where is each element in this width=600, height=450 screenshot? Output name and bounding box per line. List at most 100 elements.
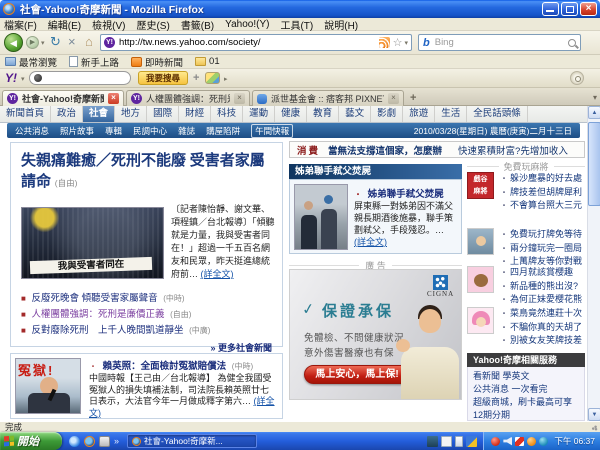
- app-icon[interactable]: [99, 435, 110, 447]
- subnav-housing[interactable]: 購屋陷阱: [206, 125, 240, 137]
- search-placeholder[interactable]: Bing: [435, 37, 568, 48]
- list-all-tabs-icon[interactable]: ▾: [593, 93, 597, 102]
- nav-tab-world[interactable]: 國際: [147, 106, 180, 122]
- nav-tab-health[interactable]: 健康: [275, 106, 308, 122]
- bookmark-most-visited[interactable]: 最常瀏覽: [5, 55, 57, 69]
- service-link[interactable]: 公共消息 一次看完: [473, 383, 579, 396]
- subnav-public-news[interactable]: 公共消息: [15, 125, 49, 137]
- subnav-magazine[interactable]: 雜誌: [178, 125, 195, 137]
- promo-link[interactable]: 四月就該賞櫻趣: [510, 267, 573, 277]
- promo-link[interactable]: 為何正妹愛櫻花熊: [510, 294, 582, 304]
- menu-file[interactable]: 檔案(F): [4, 17, 37, 32]
- top-story-photo[interactable]: 我與受害者同在: [21, 207, 164, 279]
- nav-tab-entertainment[interactable]: 影劇: [371, 106, 404, 122]
- rss-icon[interactable]: [378, 37, 390, 48]
- promo-link[interactable]: 牌技差但胡牌犀利: [510, 187, 582, 197]
- resize-grip[interactable]: [590, 425, 598, 431]
- tray-icon-blue[interactable]: [539, 436, 549, 446]
- nav-tab-tech[interactable]: 科技: [211, 106, 244, 122]
- toolbar-icon[interactable]: [466, 435, 478, 447]
- menu-bookmarks[interactable]: 書籤(B): [181, 17, 214, 32]
- yahoo-apps-icon[interactable]: [205, 72, 220, 84]
- nav-tab-local[interactable]: 地方: [115, 106, 148, 122]
- menu-view[interactable]: 檢視(V): [92, 17, 125, 32]
- home-button[interactable]: ⌂: [85, 35, 93, 49]
- menu-history[interactable]: 歷史(S): [136, 17, 169, 32]
- nav-tab-society[interactable]: 社會: [83, 106, 116, 122]
- ticker-link-2[interactable]: 快速累積財富?先增加收入: [458, 143, 568, 157]
- promo-link[interactable]: 菜鳥竟然連莊十次: [510, 308, 582, 318]
- start-button[interactable]: 開始: [0, 432, 62, 450]
- read-more-link[interactable]: (詳全文): [201, 269, 234, 279]
- nav-tab-life[interactable]: 生活: [435, 106, 468, 122]
- promo-link[interactable]: 不騙你真的天胡了: [510, 322, 582, 332]
- location-bar[interactable]: Y! http://tw.news.yahoo.com/society/ ☆ ▾: [100, 34, 412, 51]
- promo-link[interactable]: 上萬牌友等你對戰: [510, 256, 582, 266]
- reload-button[interactable]: ↻: [50, 35, 61, 49]
- nav-tab-arts[interactable]: 藝文: [339, 106, 372, 122]
- input-method-icon[interactable]: [427, 435, 439, 447]
- nav-tab-education[interactable]: 教育: [307, 106, 340, 122]
- tab-human-rights[interactable]: Y! 人權團體強調：死刑是廉價正義-Ya… ×: [126, 90, 250, 106]
- promo-link[interactable]: 兩分鐘玩完一圈局: [510, 243, 582, 253]
- second-story-link[interactable]: 賴英照：全面檢討冤獄賠償法: [103, 361, 227, 372]
- yahoo-search-button[interactable]: 我要搜尋: [138, 71, 188, 85]
- forward-button[interactable]: ▶: [26, 36, 39, 49]
- promo-link[interactable]: 新品種的熊出沒?: [510, 281, 578, 291]
- new-tab-button[interactable]: +: [410, 92, 416, 104]
- feature-title-link[interactable]: 姊弟聯手弒父焚屍: [368, 189, 444, 200]
- news-link[interactable]: 反廢死晚會 傾聽受害家屬聲音: [31, 293, 157, 304]
- yahoo-logo-icon[interactable]: Y!: [5, 71, 17, 85]
- antivirus-icon[interactable]: [515, 436, 525, 446]
- restore-button[interactable]: [561, 2, 578, 16]
- news-link[interactable]: 反對廢除死刑 上千人晚間凱道靜坐: [31, 325, 183, 336]
- menu-help[interactable]: 說明(H): [324, 17, 358, 32]
- bookmark-getting-started[interactable]: 新手上路: [69, 55, 119, 69]
- input-method-icon[interactable]: [441, 435, 453, 447]
- service-link[interactable]: 看新聞 學英文: [473, 370, 579, 383]
- close-button[interactable]: ×: [580, 2, 597, 16]
- menu-yahoo[interactable]: Yahoo!(Y): [225, 19, 269, 30]
- second-story-photo[interactable]: 冤獄!: [15, 358, 81, 414]
- subnav-photo-story[interactable]: 照片故事: [60, 125, 94, 137]
- tray-icon-red[interactable]: [491, 436, 501, 446]
- tab-close-icon[interactable]: ×: [108, 93, 119, 104]
- back-button[interactable]: ◀: [4, 33, 23, 52]
- tab-pixnet[interactable]: 派世基金會 :: 痞客邦 PIXNET :: ×: [252, 90, 404, 106]
- ticker-link-1[interactable]: 當無法支撐這個家，怎麼辦: [328, 143, 442, 157]
- bookmark-folder-01[interactable]: 01: [195, 56, 220, 67]
- tab-close-icon[interactable]: ×: [234, 93, 245, 104]
- minimize-button[interactable]: [542, 2, 559, 16]
- promo-link[interactable]: 免費玩打牌免等待: [510, 229, 582, 239]
- promo-link[interactable]: 不會算台照大三元: [510, 200, 582, 210]
- bookmark-star-icon[interactable]: ☆: [393, 36, 403, 49]
- teddy-bear-icon[interactable]: [467, 266, 494, 293]
- stop-button[interactable]: ×: [68, 35, 76, 49]
- nav-tab-politics[interactable]: 政治: [51, 106, 84, 122]
- anime-girl-icon[interactable]: [467, 307, 494, 334]
- promo-link[interactable]: 別被女友笑牌技差: [510, 335, 582, 345]
- tab-society-news[interactable]: Y! 社會-Yahoo!奇摩新聞 ×: [2, 90, 124, 106]
- mahjong-game-icon[interactable]: 戲谷 麻將: [467, 172, 494, 199]
- volume-icon[interactable]: [503, 436, 513, 446]
- news-link-visited[interactable]: 人權團體強調：死刑是廉價正義: [31, 309, 164, 320]
- toolbar-more-icon[interactable]: ▸: [224, 75, 228, 83]
- toolbar-settings-gear-icon[interactable]: [570, 71, 584, 85]
- subnav-poll-center[interactable]: 民調中心: [133, 125, 167, 137]
- scrollbar-thumb[interactable]: [588, 122, 600, 206]
- ad-cta-button[interactable]: 馬上安心，馬上保!: [304, 365, 410, 384]
- tray-icon-orange[interactable]: [527, 436, 537, 446]
- search-magnifier-icon[interactable]: [568, 38, 576, 47]
- yahoo-dropdown-icon[interactable]: ▾: [21, 75, 25, 83]
- read-more-link[interactable]: (詳全文): [354, 237, 387, 247]
- card-player-icon[interactable]: [467, 228, 494, 255]
- bookmark-latest-news[interactable]: 即時新聞: [131, 55, 183, 69]
- yahoo-search-input[interactable]: [29, 71, 131, 85]
- url-dropdown-icon[interactable]: ▾: [404, 39, 408, 47]
- ie-icon[interactable]: [69, 435, 80, 447]
- tab-close-icon[interactable]: ×: [388, 93, 399, 104]
- scroll-down-icon[interactable]: ▼: [588, 408, 600, 421]
- firefox-icon[interactable]: [84, 435, 95, 447]
- nav-tab-travel[interactable]: 旅遊: [403, 106, 436, 122]
- quick-launch-overflow-icon[interactable]: »: [114, 436, 119, 446]
